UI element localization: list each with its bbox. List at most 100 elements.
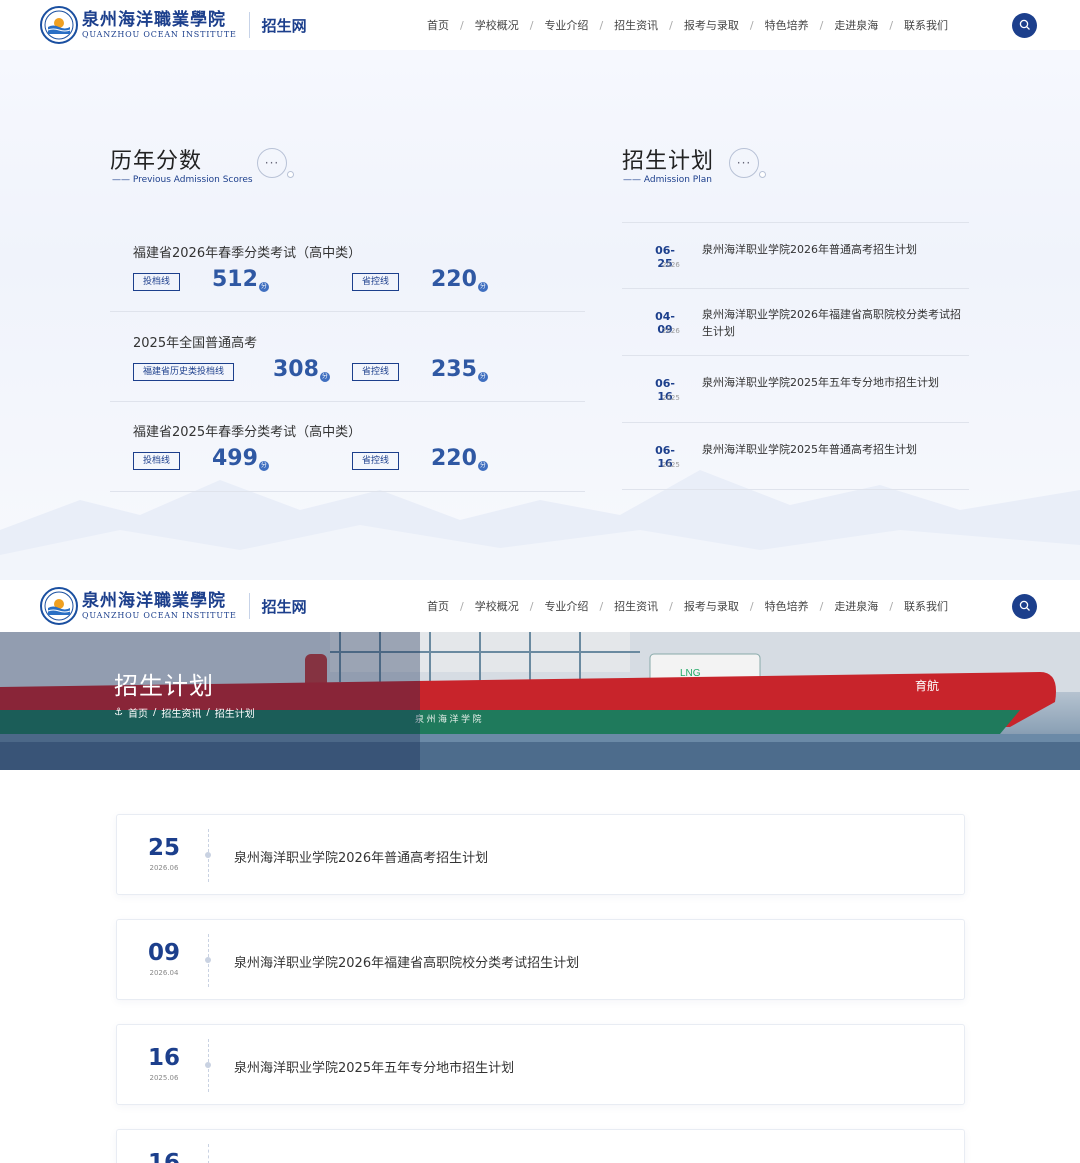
plan-subtitle-text: Admission Plan	[643, 175, 712, 185]
breadcrumb-home[interactable]: 首页	[128, 705, 148, 720]
plan-title: 招生计划	[622, 149, 715, 174]
ship-side-label: 泉 州 海 洋 学 院	[415, 713, 482, 724]
logo-divider	[248, 593, 250, 619]
score-row-title: 2025年全国普通高考	[133, 336, 258, 351]
list-item-month: 2025.06	[149, 1074, 179, 1082]
nav-admission-news[interactable]: 招生资讯	[603, 598, 669, 614]
plan-item[interactable]: 04-09 2026 泉州海洋职业学院2026年福建省高职院校分类考试招生计划	[622, 289, 969, 356]
divider-dot	[205, 957, 211, 963]
more-dot	[759, 171, 766, 178]
nav-about[interactable]: 学校概况	[464, 598, 530, 614]
list-item-title: 泉州海洋职业学院2026年普通高考招生计划	[234, 851, 489, 866]
score-tag: 投档线	[133, 273, 181, 291]
score-unit: 分	[258, 282, 269, 292]
logo-chinese-name: 泉州海洋職業學院	[82, 591, 226, 611]
nav-campus[interactable]: 走进泉海	[823, 17, 889, 33]
ship-name-label: 育航	[915, 678, 939, 693]
score-tag: 投档线	[133, 452, 181, 470]
score-row-title: 福建省2025年春季分类考试（高中类）	[133, 425, 362, 440]
scores-subtitle-text: Previous Admission Scores	[132, 175, 253, 185]
score-row[interactable]: 福建省2025年春季分类考试（高中类） 投档线 499 分 省控线 220 分	[110, 402, 585, 492]
plan-year: 2025	[662, 394, 680, 402]
list-item[interactable]: 16 2025.06 泉州海洋职业学院2025年五年专分地市招生计划	[116, 1024, 965, 1105]
score-unit: 分	[477, 461, 488, 471]
score-number: 499	[212, 446, 258, 471]
page-banner: LNG 泉 州 海 洋 学 院 育航 招生计划 ⚓ 首页 / 招生资讯 / 招生…	[0, 632, 1080, 770]
scores-title: 历年分数	[110, 149, 203, 174]
nav-apply-admit[interactable]: 报考与录取	[673, 17, 750, 33]
list-item-day: 16	[147, 1150, 180, 1163]
nav-contact[interactable]: 联系我们	[893, 598, 959, 614]
breadcrumb: ⚓ 首页 / 招生资讯 / 招生计划	[114, 705, 260, 720]
score-unit: 分	[258, 461, 269, 471]
score-number: 220	[431, 267, 477, 292]
list-item-day: 25	[147, 835, 180, 861]
breadcrumb-admission-news[interactable]: 招生资讯	[161, 705, 201, 720]
score-value: 220 分	[431, 267, 488, 292]
breadcrumb-separator: /	[206, 707, 210, 718]
nav-apply-admit[interactable]: 报考与录取	[673, 598, 750, 614]
plan-year: 2026	[662, 327, 680, 335]
college-seal-icon	[40, 6, 78, 44]
plan-item[interactable]: 06-16 2025 泉州海洋职业学院2025年五年专分地市招生计划	[622, 356, 969, 423]
plan-year: 2026	[662, 261, 680, 269]
logo-divider	[248, 12, 250, 38]
nav-majors[interactable]: 专业介绍	[533, 17, 599, 33]
page-header: 泉州海洋職業學院 QUANZHOU OCEAN INSTITUTE 招生网 首页…	[0, 580, 1080, 632]
nav-about[interactable]: 学校概况	[464, 17, 530, 33]
logo-english-name: QUANZHOU OCEAN INSTITUTE	[82, 30, 237, 39]
ship-photo: LNG 泉 州 海 洋 学 院 育航	[0, 632, 1080, 770]
breadcrumb-separator: /	[152, 707, 157, 718]
list-item[interactable]: 16	[116, 1129, 965, 1163]
main-nav: 首页 / 学校概况 / 专业介绍 / 招生资讯 / 报考与录取 / 特色培养 / 走进泉海 /…	[416, 17, 959, 33]
main-nav: 首页 / 学校概况 / 专业介绍 / 招生资讯 / 报考与录取 / 特色培养 / 走进泉海 /…	[416, 598, 959, 614]
score-value: 308 分	[273, 357, 330, 382]
score-tag: 省控线	[352, 363, 400, 381]
nav-features[interactable]: 特色培养	[754, 598, 820, 614]
list-item[interactable]: 09 2026.04 泉州海洋职业学院2026年福建省高职院校分类考试招生计划	[116, 919, 965, 1000]
score-row[interactable]: 福建省2026年春季分类考试（高中类） 投档线 512 分 省控线 220 分	[110, 222, 585, 312]
list-item-day: 16	[147, 1045, 180, 1071]
score-row-title: 福建省2026年春季分类考试（高中类）	[133, 246, 362, 261]
logo-english-name: QUANZHOU OCEAN INSTITUTE	[82, 611, 237, 620]
score-value: 512 分	[212, 267, 269, 292]
nav-home[interactable]: 首页	[416, 17, 460, 33]
plan-more-button[interactable]: ···	[729, 148, 759, 178]
anchor-icon: ⚓	[114, 707, 123, 718]
nav-admission-news[interactable]: 招生资讯	[603, 17, 669, 33]
list-item[interactable]: 25 2026.06 泉州海洋职业学院2026年普通高考招生计划	[116, 814, 965, 895]
site-name: 招生网	[261, 16, 307, 35]
score-tag: 省控线	[352, 452, 400, 470]
list-item-title: 泉州海洋职业学院2025年五年专分地市招生计划	[234, 1061, 515, 1076]
nav-contact[interactable]: 联系我们	[893, 17, 959, 33]
score-value: 235 分	[431, 357, 488, 382]
score-unit: 分	[319, 372, 330, 382]
home-section: 历年分数 —— Previous Admission Scores ··· 福建…	[0, 50, 1080, 580]
nav-features[interactable]: 特色培养	[754, 17, 820, 33]
top-header: 泉州海洋職業學院 QUANZHOU OCEAN INSTITUTE 招生网 首页…	[0, 0, 1080, 50]
score-value: 499 分	[212, 446, 269, 471]
nav-majors[interactable]: 专业介绍	[533, 598, 599, 614]
list-item-title: 泉州海洋职业学院2026年福建省高职院校分类考试招生计划	[234, 956, 580, 971]
score-row[interactable]: 2025年全国普通高考 福建省历史类投档线 308 分 省控线 235 分	[110, 312, 585, 402]
divider-dot	[205, 852, 211, 858]
site-logo[interactable]: 泉州海洋職業學院 QUANZHOU OCEAN INSTITUTE 招生网	[40, 587, 307, 625]
search-button[interactable]	[1012, 12, 1037, 38]
score-value: 220 分	[431, 446, 488, 471]
scores-more-button[interactable]: ···	[257, 148, 287, 178]
scores-subtitle: —— Previous Admission Scores	[112, 175, 253, 185]
plan-subtitle: —— Admission Plan	[623, 175, 712, 185]
nav-campus[interactable]: 走进泉海	[823, 598, 889, 614]
breadcrumb-current: 招生计划	[214, 709, 255, 720]
score-number: 308	[273, 357, 319, 382]
plan-item[interactable]: 06-16 2025 泉州海洋职业学院2025年普通高考招生计划	[622, 423, 969, 490]
score-number: 512	[212, 267, 258, 292]
search-button[interactable]	[1012, 593, 1037, 619]
plan-text: 泉州海洋职业学院2025年五年专分地市招生计划	[702, 376, 939, 389]
list-item-day: 09	[147, 940, 180, 966]
site-name: 招生网	[261, 597, 307, 616]
plan-item[interactable]: 06-25 2026 泉州海洋职业学院2026年普通高考招生计划	[622, 222, 969, 289]
search-icon	[1019, 600, 1030, 611]
site-logo[interactable]: 泉州海洋職業學院 QUANZHOU OCEAN INSTITUTE 招生网	[40, 6, 307, 44]
nav-home[interactable]: 首页	[416, 598, 460, 614]
